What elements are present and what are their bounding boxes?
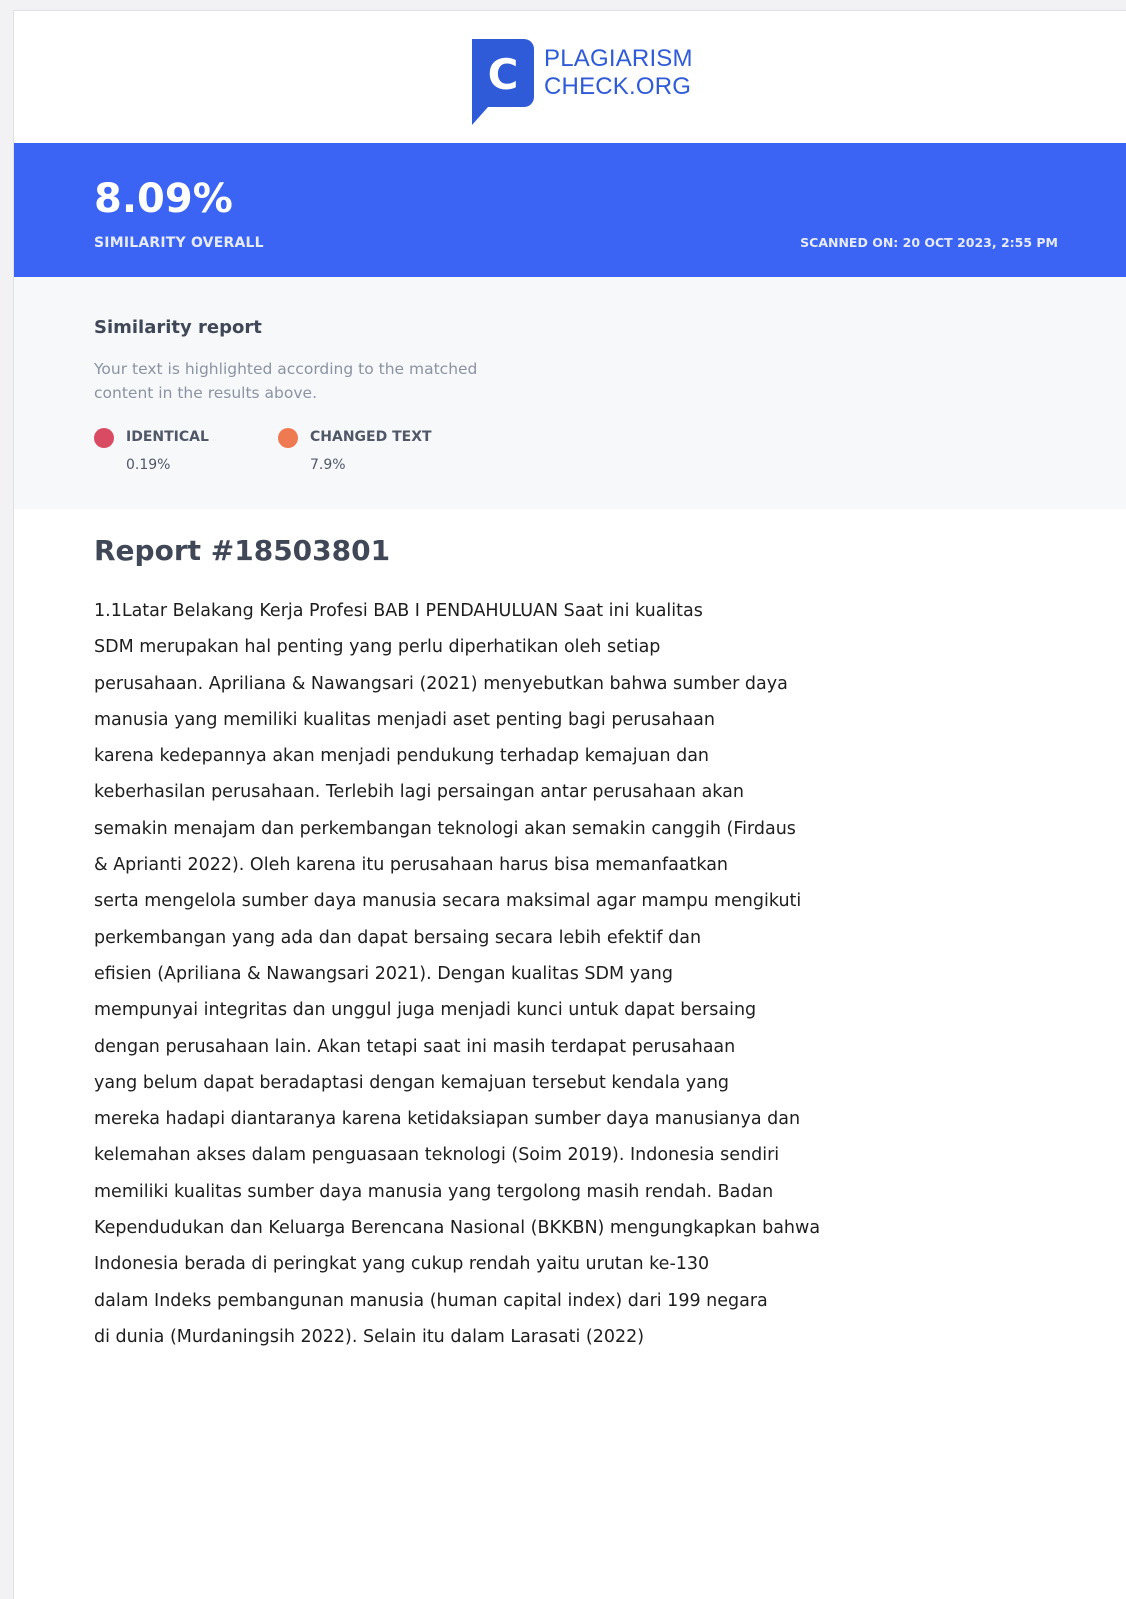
svg-text:C: C: [488, 50, 519, 99]
legend-changed-text-value: 7.9%: [310, 457, 346, 473]
report-text-line: Indonesia berada di peringkat yang cukup…: [94, 1254, 710, 1275]
report-text-line: di dunia (Murdaningsih 2022). Selain itu…: [94, 1326, 645, 1347]
report-text-line: keberhasilan perusahaan. Terlebih lagi p…: [94, 782, 744, 803]
plagiarismcheck-logo[interactable]: C PLAGIARISM CHECK.ORG: [466, 39, 693, 129]
report-text-line: 1.1Latar Belakang Kerja Profesi BAB I PE…: [94, 601, 703, 621]
logo-line-2: CHECK.ORG: [544, 73, 692, 100]
similarity-score-label: SIMILARITY OVERALL: [94, 235, 264, 251]
report-text-line: mempunyai integritas dan unggul juga men…: [94, 1000, 757, 1021]
legend-identical-value: 0.19%: [126, 457, 171, 473]
scanned-on-timestamp: SCANNED ON: 20 OCT 2023, 2:55 PM: [800, 235, 1058, 250]
report-text-line: semakin menajam dan perkembangan teknolo…: [94, 818, 796, 839]
report-text-line: Kependudukan dan Keluarga Berencana Nasi…: [94, 1218, 821, 1239]
report-page: C PLAGIARISM CHECK.ORG 8.09% SIMILARITY …: [13, 10, 1126, 1599]
report-text-line: dengan perusahaan lain. Akan tetapi saat…: [94, 1036, 736, 1057]
similarity-report-title: Similarity report: [94, 317, 262, 338]
report-text-line: perusahaan. Apriliana & Nawangsari (2021…: [94, 673, 788, 694]
report-text-line: dalam Indeks pembangunan manusia (human …: [94, 1290, 768, 1311]
identical-dot-icon: [94, 428, 114, 448]
report-text-line: memiliki kualitas sumber daya manusia ya…: [94, 1181, 774, 1202]
report-title: Report #18503801: [94, 534, 391, 567]
report-text: 1.1Latar Belakang Kerja Profesi BAB I PE…: [94, 593, 954, 1355]
report-text-line: kelemahan akses dalam penguasaan teknolo…: [94, 1145, 780, 1166]
report-text-line: & Aprianti 2022). Oleh karena itu perusa…: [94, 855, 729, 876]
legend-identical-label: IDENTICAL: [126, 429, 209, 445]
report-text-line: manusia yang memiliki kualitas menjadi a…: [94, 709, 715, 730]
similarity-report-description: Your text is highlighted according to th…: [94, 360, 478, 402]
logo-mark-icon: C: [472, 39, 534, 125]
changed-text-dot-icon: [278, 428, 298, 448]
report-text-line: yang belum dapat beradaptasi dengan kema…: [94, 1072, 730, 1093]
similarity-report-section: Similarity report Your text is highlight…: [14, 277, 1126, 509]
similarity-banner: 8.09% SIMILARITY OVERALL SCANNED ON: 20 …: [14, 143, 1126, 277]
report-text-line: mereka hadapi diantaranya karena ketidak…: [94, 1109, 801, 1130]
report-text-line: serta mengelola sumber daya manusia seca…: [94, 891, 802, 912]
similarity-score: 8.09%: [94, 176, 233, 222]
logo-line-1: PLAGIARISM: [544, 45, 693, 72]
legend-changed-text-label: CHANGED TEXT: [310, 429, 432, 445]
report-text-line: karena kedepannya akan menjadi pendukung…: [94, 746, 710, 767]
report-text-line: SDM merupakan hal penting yang perlu dip…: [94, 637, 661, 658]
report-text-line: efisien (Apriliana & Nawangsari 2021). D…: [94, 963, 673, 984]
report-text-line: perkembangan yang ada dan dapat bersaing…: [94, 927, 702, 948]
logo-wordmark: PLAGIARISM CHECK.ORG: [544, 45, 693, 101]
